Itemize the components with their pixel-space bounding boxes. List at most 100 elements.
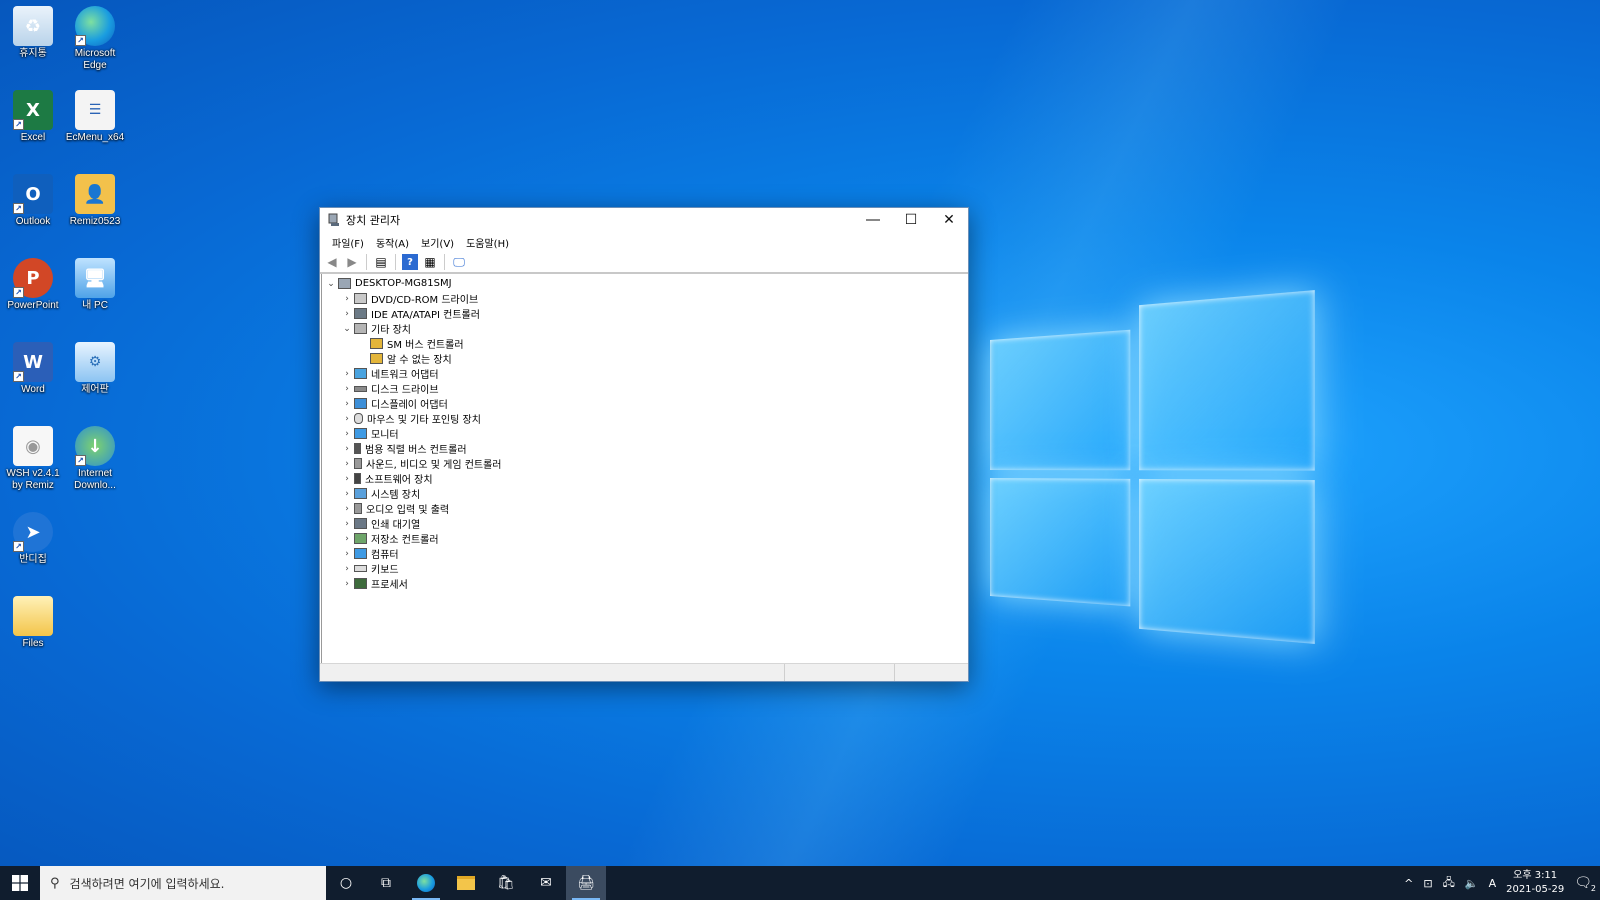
tree-item[interactable]: › 사운드, 비디오 및 게임 컨트롤러	[322, 456, 968, 471]
taskbar-mail[interactable]: ✉	[526, 866, 566, 900]
chevron-right-icon[interactable]: ›	[340, 579, 354, 589]
chevron-right-icon[interactable]: ›	[340, 474, 354, 484]
tree-root[interactable]: ⌄ DESKTOP-MG81SMJ	[322, 276, 968, 291]
tree-item[interactable]: › 마우스 및 기타 포인팅 장치	[322, 411, 968, 426]
recycle-bin-icon: ♻	[13, 6, 53, 46]
tree-item[interactable]: › 저장소 컨트롤러	[322, 531, 968, 546]
wsh-icon: ◉	[13, 426, 53, 466]
chevron-down-icon[interactable]: ⌄	[340, 324, 354, 334]
chevron-down-icon[interactable]: ⌄	[324, 279, 338, 289]
desktop-icon-word[interactable]: W ↗ Word	[0, 342, 66, 396]
tree-item[interactable]: SM 버스 컨트롤러	[322, 336, 968, 351]
tree-item[interactable]: › DVD/CD-ROM 드라이브	[322, 291, 968, 306]
tree-item-label: 알 수 없는 장치	[387, 351, 452, 366]
chevron-right-icon[interactable]: ›	[340, 384, 354, 394]
chevron-right-icon[interactable]: ›	[340, 369, 354, 379]
desktop-icon-control-panel[interactable]: ⚙ 제어판	[62, 342, 128, 396]
desktop-icon-this-pc[interactable]: 🖥 내 PC	[62, 258, 128, 312]
tree-item[interactable]: › 인쇄 대기열	[322, 516, 968, 531]
task-view-button[interactable]: ⧉	[366, 866, 406, 900]
chevron-right-icon[interactable]: ›	[340, 519, 354, 529]
tree-item[interactable]: ⌄ 기타 장치	[322, 321, 968, 336]
close-button[interactable]: ✕	[930, 208, 968, 232]
taskbar-file-explorer[interactable]	[446, 866, 486, 900]
chevron-right-icon[interactable]: ›	[340, 399, 354, 409]
show-hide-tree-icon[interactable]: ▤	[373, 254, 389, 270]
menu-file[interactable]: 파일(F)	[326, 235, 370, 250]
chevron-right-icon[interactable]: ›	[340, 564, 354, 574]
chevron-right-icon[interactable]: ›	[340, 534, 354, 544]
network-icon[interactable]: 🖧	[1443, 874, 1455, 893]
tree-item[interactable]: › 소프트웨어 장치	[322, 471, 968, 486]
chevron-right-icon[interactable]: ›	[340, 309, 354, 319]
tree-item[interactable]: › IDE ATA/ATAPI 컨트롤러	[322, 306, 968, 321]
desktop-icon-remiz0523[interactable]: 👤 Remiz0523	[62, 174, 128, 228]
other-devices-icon	[354, 323, 367, 334]
forward-icon[interactable]: ▶	[344, 254, 360, 270]
desktop-icon-excel[interactable]: X ↗ Excel	[0, 90, 66, 144]
clock[interactable]: 오후 3:11 2021-05-29	[1506, 869, 1564, 897]
chevron-right-icon[interactable]: ›	[340, 429, 354, 439]
desktop-icon-ecmenu[interactable]: ☰ EcMenu_x64	[62, 90, 128, 144]
tree-item[interactable]: › 시스템 장치	[322, 486, 968, 501]
desktop-icon-internet-download[interactable]: ↓ ↗ Internet Downlo...	[62, 426, 128, 492]
cortana-button[interactable]: ○	[326, 866, 366, 900]
help-icon[interactable]: ?	[402, 254, 418, 270]
desktop-icon-files[interactable]: Files	[0, 596, 66, 650]
tree-item[interactable]: › 디스크 드라이브	[322, 381, 968, 396]
audio-io-icon	[354, 503, 362, 514]
desktop-icon-wsh[interactable]: ◉ WSH v2.4.1 by Remiz	[0, 426, 66, 492]
cortana-circle-icon: ○	[340, 875, 352, 891]
start-button[interactable]	[0, 866, 40, 900]
chevron-up-icon[interactable]: ^	[1404, 877, 1413, 890]
desktop-icon-recycle-bin[interactable]: ♻ 휴지통	[0, 6, 66, 60]
software-device-icon	[354, 473, 361, 484]
printer-icon	[354, 518, 367, 529]
chevron-right-icon[interactable]: ›	[340, 459, 354, 469]
scan-hardware-icon[interactable]: 🖵	[451, 254, 467, 270]
desktop-icon-outlook[interactable]: O ↗ Outlook	[0, 174, 66, 228]
tree-item[interactable]: › 키보드	[322, 561, 968, 576]
taskbar-edge[interactable]	[406, 866, 446, 900]
back-icon[interactable]: ◀	[324, 254, 340, 270]
chevron-right-icon[interactable]: ›	[340, 414, 354, 424]
folder-icon	[457, 876, 475, 890]
menu-help[interactable]: 도움말(H)	[460, 235, 515, 250]
taskbar-device-manager[interactable]: 🖨	[566, 866, 606, 900]
tree-item[interactable]: › 프로세서	[322, 576, 968, 591]
menu-action[interactable]: 동작(A)	[370, 235, 415, 250]
camera-icon[interactable]: ⊡	[1423, 877, 1432, 890]
tree-item[interactable]: 알 수 없는 장치	[322, 351, 968, 366]
tree-item[interactable]: › 범용 직렬 버스 컨트롤러	[322, 441, 968, 456]
system-tray: ^ ⊡ 🖧 🔈 A 오후 3:11 2021-05-29 🗨 2	[1404, 869, 1600, 897]
desktop-icon-edge[interactable]: ↗ Microsoft Edge	[62, 6, 128, 72]
device-manager-window[interactable]: 장치 관리자 ― ☐ ✕ 파일(F) 동작(A) 보기(V) 도움말(H) ◀ …	[319, 207, 969, 682]
ime-indicator[interactable]: A	[1489, 877, 1497, 890]
tree-item[interactable]: › 오디오 입력 및 출력	[322, 501, 968, 516]
tree-item-label: 컴퓨터	[371, 546, 399, 561]
tree-item[interactable]: › 네트워크 어댑터	[322, 366, 968, 381]
tree-item[interactable]: › 모니터	[322, 426, 968, 441]
title-bar[interactable]: 장치 관리자 ― ☐ ✕	[320, 208, 968, 232]
desktop-icon-powerpoint[interactable]: P ↗ PowerPoint	[0, 258, 66, 312]
chevron-right-icon[interactable]: ›	[340, 489, 354, 499]
taskbar-store[interactable]: 🛍	[486, 866, 526, 900]
menu-view[interactable]: 보기(V)	[415, 235, 460, 250]
chevron-right-icon[interactable]: ›	[340, 444, 354, 454]
maximize-button[interactable]: ☐	[892, 208, 930, 232]
chevron-right-icon[interactable]: ›	[340, 504, 354, 514]
chevron-right-icon[interactable]: ›	[340, 549, 354, 559]
properties-icon[interactable]: ▦	[422, 254, 438, 270]
edge-icon: ↗	[75, 6, 115, 46]
minimize-button[interactable]: ―	[854, 208, 892, 232]
notification-center-button[interactable]: 🗨 2	[1574, 875, 1592, 891]
tree-item[interactable]: › 디스플레이 어댑터	[322, 396, 968, 411]
chevron-right-icon[interactable]: ›	[340, 294, 354, 304]
tree-item-label: 사운드, 비디오 및 게임 컨트롤러	[366, 456, 502, 471]
desktop-icon-bandizip[interactable]: ➤ ↗ 반디집	[0, 512, 66, 566]
tree-item[interactable]: › 컴퓨터	[322, 546, 968, 561]
taskbar-search-box[interactable]: ⚲ 검색하려면 여기에 입력하세요.	[40, 866, 326, 900]
volume-icon[interactable]: 🔈	[1465, 877, 1479, 890]
network-adapter-icon	[354, 368, 367, 379]
toolbar-separator	[444, 254, 445, 270]
